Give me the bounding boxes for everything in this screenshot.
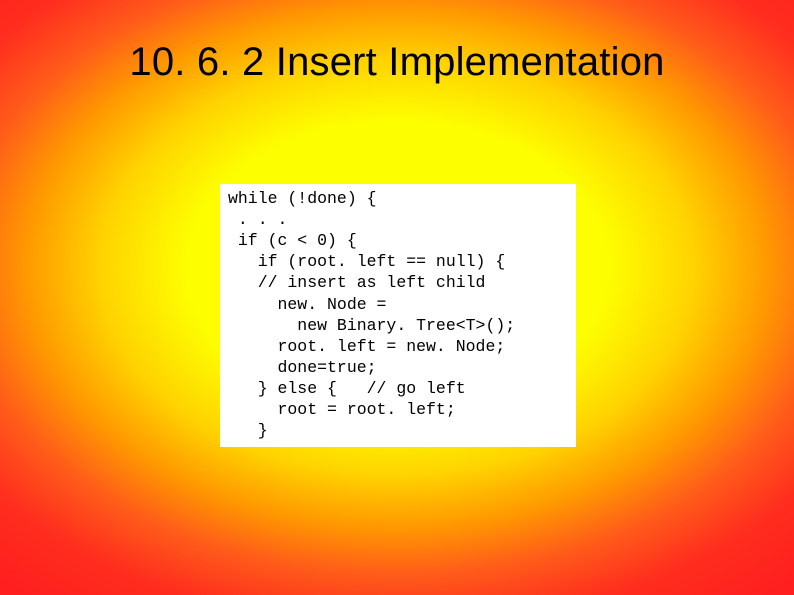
code-snippet: while (!done) { . . . if (c < 0) { if (r… [220,184,576,447]
slide: 10. 6. 2 Insert Implementation while (!d… [0,0,794,595]
slide-title: 10. 6. 2 Insert Implementation [0,40,794,85]
